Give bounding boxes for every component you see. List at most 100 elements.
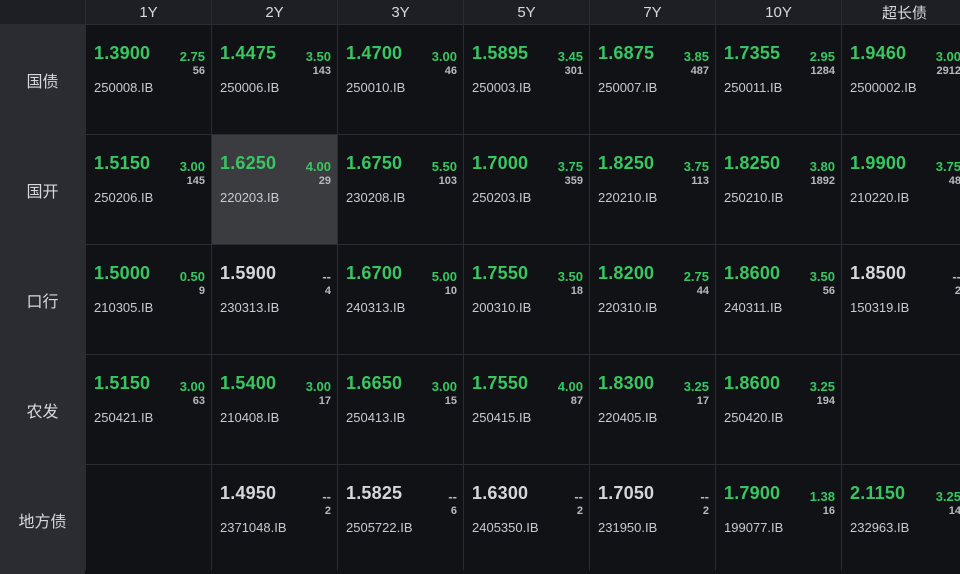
bond-code: 250413.IB [346,410,406,425]
bond-code: 250008.IB [94,80,154,95]
bond-code: 150319.IB [850,300,910,315]
bond-code: 199077.IB [724,520,784,535]
bond-code: 250007.IB [598,80,658,95]
quote-cell[interactable]: 1.8250 3.80 1892 250210.IB [716,135,841,244]
quote-price: 1.5150 [94,153,151,173]
quote-cell[interactable]: 1.8300 3.25 17 220405.IB [590,355,715,464]
quote-price: 1.7550 [472,263,529,283]
quote-volume: 3.00 [431,49,457,64]
quote-cell[interactable]: 1.8200 2.75 44 220310.IB [590,245,715,354]
quote-count: 113 [691,175,709,187]
quote-cell[interactable]: 1.5400 3.00 17 210408.IB [212,355,337,464]
quote-price: 1.9460 [850,43,907,63]
quote-cell[interactable]: 1.5150 3.00 145 250206.IB [86,135,211,244]
quote-cell[interactable]: 1.5150 3.00 63 250421.IB [86,355,211,464]
quote-volume: 3.75 [557,159,583,174]
bond-quote-grid: 1Y 2Y 3Y 5Y 7Y 10Y 超长债 国债 1.3900 2.75 56 250008.IB 1… [0,0,960,574]
quote-cell-empty [86,465,211,574]
quote-count: 44 [696,285,709,297]
quote-price: 1.4950 [220,483,277,503]
column-header-2: 3Y [338,0,463,24]
quote-cell[interactable]: 1.7050 -- 2 231950.IB [590,465,715,574]
quote-volume: 3.25 [683,379,709,394]
quote-price: 1.5000 [94,263,151,283]
quote-price: 1.8200 [598,263,655,283]
quote-price: 1.5825 [346,483,403,503]
quote-count: 2 [324,505,331,517]
quote-count: 2 [576,505,583,517]
quote-volume: 3.00 [305,379,331,394]
quote-volume: 3.85 [683,49,709,64]
bond-code: 250421.IB [94,410,154,425]
quote-cell[interactable]: 1.8600 3.25 194 250420.IB [716,355,841,464]
bond-code: 232963.IB [850,520,910,535]
quote-cell[interactable]: 1.6650 3.00 15 250413.IB [338,355,463,464]
quote-cell[interactable]: 1.3900 2.75 56 250008.IB [86,25,211,134]
bond-code: 210305.IB [94,300,154,315]
quote-price: 1.7550 [472,373,529,393]
quote-count: 14 [948,505,960,517]
quote-cell[interactable]: 1.8600 3.50 56 240311.IB [716,245,841,354]
quote-cell[interactable]: 1.5000 0.50 9 210305.IB [86,245,211,354]
quote-cell[interactable]: 1.5895 3.45 301 250003.IB [464,25,589,134]
quote-cell[interactable]: 1.7000 3.75 359 250203.IB [464,135,589,244]
quote-price: 1.5400 [220,373,277,393]
quote-cell[interactable]: 2.1150 3.25 14 232963.IB [842,465,960,574]
quote-volume: -- [952,269,960,284]
quote-price: 1.8500 [850,263,907,283]
bond-code: 220310.IB [598,300,658,315]
quote-count: 48 [948,175,960,187]
row-header-3: 农发 [0,355,85,464]
bond-code: 250415.IB [472,410,532,425]
quote-cell[interactable]: 1.7550 3.50 18 200310.IB [464,245,589,354]
bond-code: 230313.IB [220,300,280,315]
quote-cell[interactable]: 1.7900 1.38 16 199077.IB [716,465,841,574]
bond-code: 231950.IB [598,520,658,535]
column-header-3: 5Y [464,0,589,24]
quote-cell[interactable]: 1.9460 3.00 2912 2500002.IB [842,25,960,134]
bond-code: 2405350.IB [472,520,539,535]
quote-count: 87 [570,395,583,407]
quote-count: 17 [318,395,331,407]
quote-cell[interactable]: 1.7550 4.00 87 250415.IB [464,355,589,464]
quote-cell[interactable]: 1.9900 3.75 48 210220.IB [842,135,960,244]
quote-cell[interactable]: 1.6300 -- 2 2405350.IB [464,465,589,574]
quote-cell[interactable]: 1.5900 -- 4 230313.IB [212,245,337,354]
quote-cell[interactable]: 1.4475 3.50 143 250006.IB [212,25,337,134]
quote-count: 9 [198,285,205,297]
quote-cell[interactable]: 1.6250 4.00 29 220203.IB [212,135,337,244]
column-header-0: 1Y [86,0,211,24]
quote-cell[interactable]: 1.4700 3.00 46 250010.IB [338,25,463,134]
quote-cell[interactable]: 1.7355 2.95 1284 250011.IB [716,25,841,134]
quote-count: 2 [702,505,709,517]
quote-price: 1.8250 [598,153,655,173]
column-header-5: 10Y [716,0,841,24]
quote-volume: -- [574,489,583,504]
quote-count: 1284 [810,65,835,77]
quote-volume: 3.45 [557,49,583,64]
quote-volume: 3.25 [809,379,835,394]
quote-volume: 0.50 [179,269,205,284]
quote-count: 145 [186,175,205,187]
quote-count: 1892 [810,175,835,187]
quote-cell[interactable]: 1.4950 -- 2 2371048.IB [212,465,337,574]
quote-cell[interactable]: 1.6750 5.50 103 230208.IB [338,135,463,244]
quote-count: 194 [816,395,835,407]
quote-count: 487 [690,65,709,77]
quote-volume: 4.00 [557,379,583,394]
row-header-4: 地方债 [0,465,85,574]
bond-code: 250006.IB [220,80,280,95]
quote-price: 1.5895 [472,43,529,63]
row-header-0: 国债 [0,25,85,134]
bond-code: 250010.IB [346,80,406,95]
quote-cell[interactable]: 1.8250 3.75 113 220210.IB [590,135,715,244]
column-header-4: 7Y [590,0,715,24]
quote-cell[interactable]: 1.5825 -- 6 2505722.IB [338,465,463,574]
quote-volume: 3.25 [935,489,960,504]
quote-price: 1.6300 [472,483,529,503]
quote-cell[interactable]: 1.6700 5.00 10 240313.IB [338,245,463,354]
bond-code: 250420.IB [724,410,784,425]
quote-cell[interactable]: 1.6875 3.85 487 250007.IB [590,25,715,134]
quote-volume: 3.00 [179,159,205,174]
quote-cell[interactable]: 1.8500 --2 150319.IB [842,245,960,354]
